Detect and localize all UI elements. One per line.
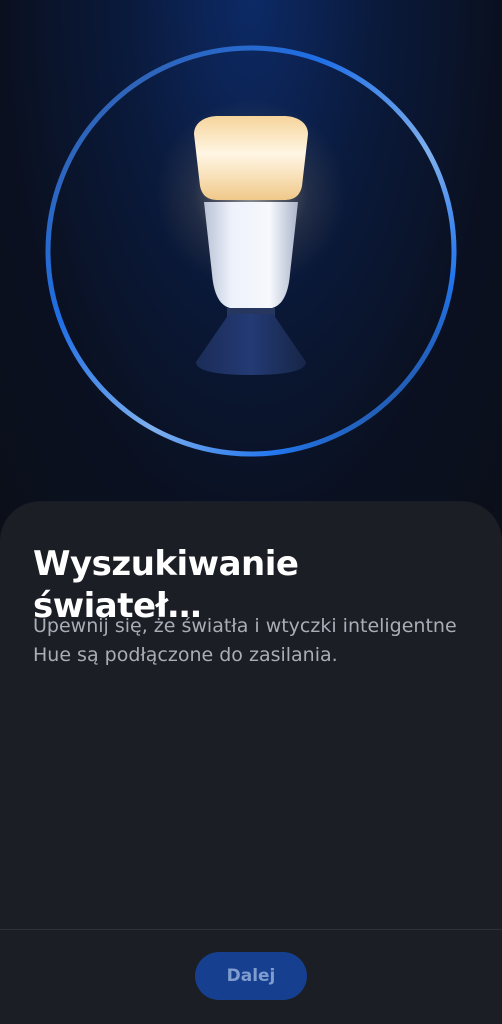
instruction-text: Upewnij się, że światła i wtyczki inteli…	[33, 615, 457, 666]
next-button[interactable]: Dalej	[195, 952, 307, 1000]
progress-ring	[44, 44, 458, 458]
footer-divider	[0, 929, 502, 930]
search-illustration-panel	[0, 0, 502, 540]
bulb-illustration	[45, 45, 457, 457]
